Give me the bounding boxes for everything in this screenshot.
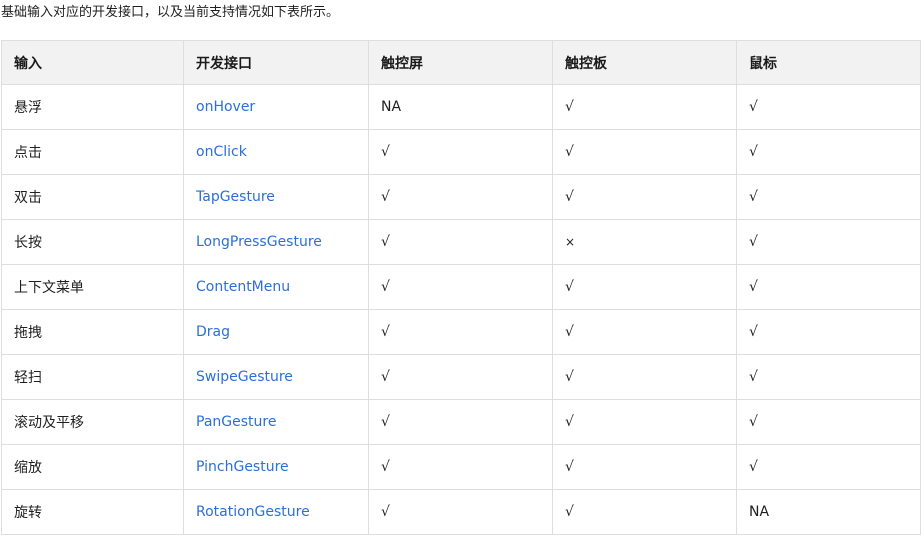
input-cell: 滚动及平移 <box>1 399 184 445</box>
api-link[interactable]: SwipeGesture <box>196 369 293 385</box>
api-cell: PinchGesture <box>183 444 369 490</box>
mouse-cell: NA <box>736 489 921 535</box>
table-row: 旋转 RotationGesture √ √ NA <box>1 489 921 535</box>
mouse-cell: √ <box>736 354 921 400</box>
mouse-cell: √ <box>736 129 921 175</box>
table-row: 拖拽 Drag √ √ √ <box>1 309 921 355</box>
header-touchscreen: 触控屏 <box>368 40 553 85</box>
mouse-cell: √ <box>736 309 921 355</box>
table-body: 悬浮 onHover NA √ √ 点击 onClick √ √ √ 双击 Ta… <box>1 84 921 535</box>
input-cell: 轻扫 <box>1 354 184 400</box>
touchpad-cell: √ <box>552 354 737 400</box>
touchpad-cell: √ <box>552 399 737 445</box>
touchpad-cell: √ <box>552 489 737 535</box>
api-cell: SwipeGesture <box>183 354 369 400</box>
api-cell: Drag <box>183 309 369 355</box>
touchscreen-cell: √ <box>368 309 553 355</box>
api-link[interactable]: PinchGesture <box>196 459 289 475</box>
api-link[interactable]: TapGesture <box>196 189 275 205</box>
touchscreen-cell: √ <box>368 354 553 400</box>
table-row: 悬浮 onHover NA √ √ <box>1 84 921 130</box>
api-link[interactable]: onClick <box>196 144 247 160</box>
input-cell: 点击 <box>1 129 184 175</box>
input-cell: 双击 <box>1 174 184 220</box>
mouse-cell: √ <box>736 174 921 220</box>
table-row: 长按 LongPressGesture √ × √ <box>1 219 921 265</box>
input-cell: 悬浮 <box>1 84 184 130</box>
header-input: 输入 <box>1 40 184 85</box>
touchpad-cell: √ <box>552 264 737 310</box>
api-link[interactable]: Drag <box>196 324 230 340</box>
mouse-cell: √ <box>736 399 921 445</box>
api-link[interactable]: ContentMenu <box>196 279 290 295</box>
touchscreen-cell: NA <box>368 84 553 130</box>
touchscreen-cell: √ <box>368 219 553 265</box>
touchpad-cell: √ <box>552 309 737 355</box>
api-link[interactable]: LongPressGesture <box>196 234 322 250</box>
api-link[interactable]: PanGesture <box>196 414 276 430</box>
touchscreen-cell: √ <box>368 129 553 175</box>
touchscreen-cell: √ <box>368 264 553 310</box>
table-row: 双击 TapGesture √ √ √ <box>1 174 921 220</box>
api-link[interactable]: onHover <box>196 99 255 115</box>
touchpad-cell: √ <box>552 129 737 175</box>
table-header-row: 输入 开发接口 触控屏 触控板 鼠标 <box>1 40 921 85</box>
touchpad-cell: × <box>552 219 737 265</box>
mouse-cell: √ <box>736 219 921 265</box>
touchpad-cell: √ <box>552 84 737 130</box>
mouse-cell: √ <box>736 84 921 130</box>
table-row: 上下文菜单 ContentMenu √ √ √ <box>1 264 921 310</box>
touchscreen-cell: √ <box>368 399 553 445</box>
table-row: 点击 onClick √ √ √ <box>1 129 921 175</box>
input-cell: 旋转 <box>1 489 184 535</box>
input-cell: 上下文菜单 <box>1 264 184 310</box>
input-cell: 拖拽 <box>1 309 184 355</box>
touchscreen-cell: √ <box>368 174 553 220</box>
touchscreen-cell: √ <box>368 489 553 535</box>
table-row: 滚动及平移 PanGesture √ √ √ <box>1 399 921 445</box>
touchscreen-cell: √ <box>368 444 553 490</box>
mouse-cell: √ <box>736 444 921 490</box>
input-cell: 长按 <box>1 219 184 265</box>
input-cell: 缩放 <box>1 444 184 490</box>
api-cell: onClick <box>183 129 369 175</box>
support-table: 输入 开发接口 触控屏 触控板 鼠标 悬浮 onHover NA √ √ 点击 … <box>1 40 921 535</box>
mouse-cell: √ <box>736 264 921 310</box>
header-touchpad: 触控板 <box>552 40 737 85</box>
header-mouse: 鼠标 <box>736 40 921 85</box>
touchpad-cell: √ <box>552 444 737 490</box>
intro-text: 基础输入对应的开发接口，以及当前支持情况如下表所示。 <box>1 5 340 20</box>
api-cell: onHover <box>183 84 369 130</box>
table-row: 轻扫 SwipeGesture √ √ √ <box>1 354 921 400</box>
api-link[interactable]: RotationGesture <box>196 504 310 520</box>
touchpad-cell: √ <box>552 174 737 220</box>
api-cell: TapGesture <box>183 174 369 220</box>
api-cell: ContentMenu <box>183 264 369 310</box>
table-row: 缩放 PinchGesture √ √ √ <box>1 444 921 490</box>
api-cell: PanGesture <box>183 399 369 445</box>
api-cell: RotationGesture <box>183 489 369 535</box>
header-api: 开发接口 <box>183 40 369 85</box>
api-cell: LongPressGesture <box>183 219 369 265</box>
